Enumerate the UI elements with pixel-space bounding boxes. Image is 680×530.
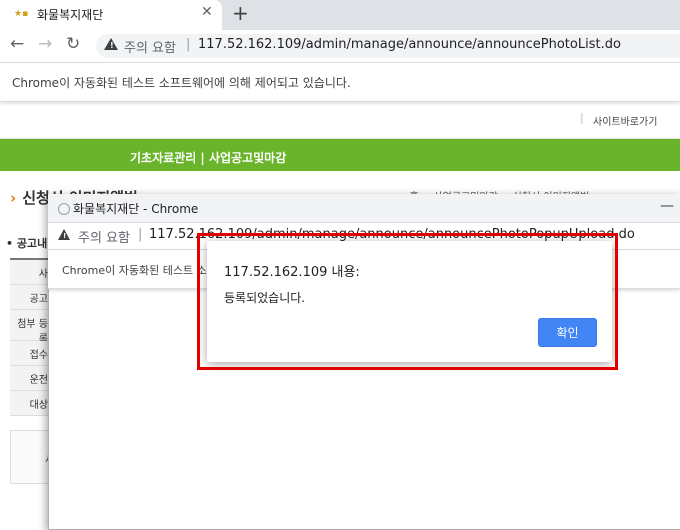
chevron-right-icon: › <box>10 189 17 207</box>
info-table: 사 공고 첨부 등록 접수 운전 대상 <box>10 258 50 416</box>
divider: | <box>580 111 584 124</box>
reload-icon[interactable]: ↻ <box>66 34 80 54</box>
forward-arrow-icon[interactable]: → <box>38 34 52 54</box>
tab-title[interactable]: 화물복지재단 <box>37 6 103 23</box>
popup-security-label[interactable]: 주의 요함 <box>78 227 130 246</box>
warning-icon[interactable]: ! <box>58 229 70 240</box>
new-tab-button[interactable]: + <box>232 1 249 25</box>
table-row: 운전 <box>10 366 50 391</box>
address-divider: | <box>186 37 191 52</box>
popup-automation-notice: Chrome이 자동화된 테스트 소프트웨어에 의해 제어되고 있습니다. <box>62 264 208 277</box>
main-nav-menu[interactable]: 기초자료관리 | 사업공고및마감 <box>130 149 286 166</box>
close-icon[interactable]: ✕ <box>201 4 213 20</box>
lower-table: 서 <box>10 430 54 484</box>
table-row: 공고 <box>10 285 50 310</box>
security-label[interactable]: 주의 요함 <box>124 37 176 56</box>
warning-icon[interactable]: ! <box>104 38 118 50</box>
site-favicon-icon: ★▪ <box>14 9 29 19</box>
site-shortcut-link[interactable]: 사이트바로가기 <box>593 113 657 128</box>
main-nav-bar <box>0 139 680 171</box>
browser-tab[interactable] <box>0 0 222 30</box>
back-arrow-icon[interactable]: ← <box>10 34 24 54</box>
section-label: • 공고내 <box>6 237 48 250</box>
table-row: 첨부 등록 <box>10 310 50 345</box>
automation-notice: Chrome이 자동화된 테스트 소프트웨어에 의해 제어되고 있습니다. <box>12 76 351 90</box>
address-url[interactable]: 117.52.162.109/admin/manage/announce/ann… <box>198 37 621 52</box>
minimize-button[interactable]: — <box>660 198 674 214</box>
address-divider: | <box>138 227 143 242</box>
globe-icon <box>58 203 70 215</box>
page-top-bar <box>0 106 680 139</box>
table-row: 사 <box>10 260 50 285</box>
table-row: 대상 <box>10 391 50 416</box>
highlight-box <box>197 233 618 370</box>
popup-title: 화물복지재단 - Chrome <box>73 202 199 216</box>
table-row: 접수 <box>10 341 50 366</box>
